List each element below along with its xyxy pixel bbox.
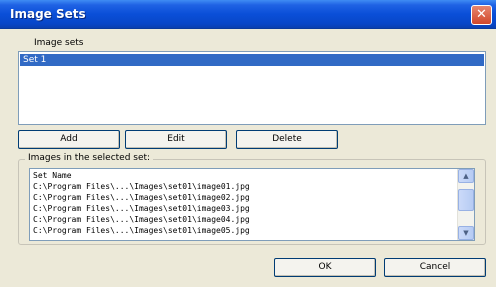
ok-button[interactable]: OK — [274, 258, 376, 277]
add-button[interactable]: Add — [18, 130, 120, 149]
text-line: C:\Program Files\...\Images\set01\image0… — [33, 226, 250, 235]
window-title: Image Sets — [10, 7, 86, 21]
scroll-down-button[interactable]: ▼ — [458, 226, 474, 240]
image-sets-label: Image sets — [34, 38, 84, 48]
text-line: C:\Program Files\...\Images\set01\image0… — [33, 215, 250, 224]
cancel-button[interactable]: Cancel — [384, 258, 486, 277]
scroll-thumb[interactable] — [458, 189, 474, 211]
text-line: C:\Program Files\...\Images\set01\image0… — [33, 193, 250, 202]
close-button[interactable]: ✕ — [471, 5, 492, 25]
delete-button[interactable]: Delete — [236, 130, 338, 149]
preview-label: Images in the selected set: — [25, 153, 154, 163]
chevron-up-icon: ▲ — [463, 172, 469, 180]
close-icon: ✕ — [476, 7, 487, 22]
vertical-scrollbar[interactable]: ▲ ▼ — [457, 169, 474, 240]
scroll-up-button[interactable]: ▲ — [458, 169, 474, 183]
list-item[interactable]: Set 1 — [20, 54, 484, 66]
image-sets-list[interactable]: Set 1 — [18, 51, 486, 125]
text-line: Set Name — [33, 171, 72, 180]
image-paths-textbox[interactable]: Set Name C:\Program Files\...\Images\set… — [29, 168, 475, 241]
text-line: C:\Program Files\...\Images\set01\image0… — [33, 182, 250, 191]
chevron-down-icon: ▼ — [463, 229, 469, 237]
edit-button[interactable]: Edit — [125, 130, 227, 149]
preview-group: Images in the selected set: Set Name C:\… — [18, 153, 486, 245]
title-bar[interactable]: Image Sets ✕ — [0, 0, 496, 29]
text-line: C:\Program Files\...\Images\set01\image0… — [33, 204, 250, 213]
